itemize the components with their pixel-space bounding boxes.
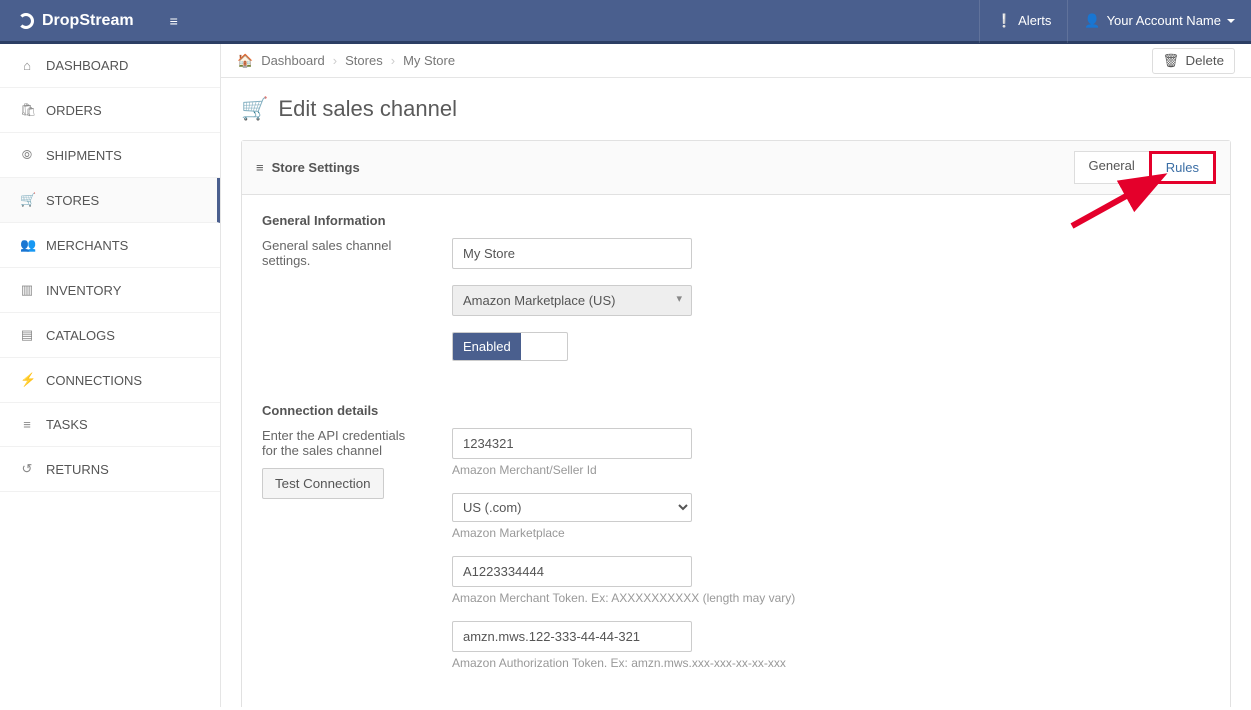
home-icon: ⌂ [20, 58, 34, 73]
cart-icon: 🛒 [20, 192, 34, 208]
marketplace-region-select[interactable]: US (.com) [452, 493, 692, 522]
panel-title: Store Settings [272, 160, 360, 175]
sidebar-item-returns[interactable]: ↺ RETURNS [0, 447, 220, 492]
delete-button[interactable]: 🗑 Delete [1152, 48, 1235, 74]
users-icon: 👥 [20, 237, 34, 253]
test-connection-button[interactable]: Test Connection [262, 468, 384, 499]
breadcrumb-separator: › [333, 53, 337, 68]
return-icon: ↺ [20, 461, 34, 477]
status-toggle[interactable]: Enabled [452, 332, 568, 361]
sidebar-item-label: DASHBOARD [46, 58, 128, 73]
trash-icon: 🗑 [1163, 53, 1180, 69]
sidebar-item-label: TASKS [46, 417, 88, 432]
account-menu[interactable]: 👤 Your Account Name [1067, 0, 1251, 43]
sidebar-item-stores[interactable]: 🛒 STORES [0, 178, 220, 223]
sidebar-item-label: SHIPMENTS [46, 148, 122, 163]
breadcrumb-stores[interactable]: Stores [345, 53, 383, 68]
breadcrumb-bar: 🏠 Dashboard › Stores › My Store 🗑 Delete [221, 44, 1251, 78]
caret-down-icon [1227, 19, 1235, 23]
auth-token-hint: Amazon Authorization Token. Ex: amzn.mws… [452, 656, 1210, 670]
seller-id-input[interactable] [452, 428, 692, 459]
hamburger-icon: ≡ [170, 13, 178, 29]
sidebar-item-merchants[interactable]: 👥 MERCHANTS [0, 223, 220, 268]
alert-icon: ❕ [996, 13, 1012, 29]
store-name-input[interactable] [452, 238, 692, 269]
sidebar-item-label: RETURNS [46, 462, 109, 477]
delete-label: Delete [1185, 53, 1224, 68]
annotation-arrow [1062, 171, 1182, 231]
user-icon: 👤 [1084, 13, 1100, 29]
merchant-token-hint: Amazon Merchant Token. Ex: AXXXXXXXXXX (… [452, 591, 1210, 605]
sidebar: ⌂ DASHBOARD 🛍 ORDERS ⦾ SHIPMENTS 🛒 STORE… [0, 44, 221, 707]
general-help-text: General sales channel settings. [262, 238, 422, 268]
merchant-token-input[interactable] [452, 556, 692, 587]
sidebar-item-catalogs[interactable]: ▤ CATALOGS [0, 313, 220, 358]
page-title-text: Edit sales channel [278, 96, 457, 122]
sidebar-item-inventory[interactable]: ▥ INVENTORY [0, 268, 220, 313]
sidebar-item-tasks[interactable]: ≡ TASKS [0, 403, 220, 447]
auth-token-input[interactable] [452, 621, 692, 652]
cart-icon: 🛒 [241, 96, 268, 122]
alerts-label: Alerts [1018, 13, 1051, 28]
brand[interactable]: DropStream [0, 12, 152, 30]
sidebar-item-label: INVENTORY [46, 283, 121, 298]
sidebar-item-label: MERCHANTS [46, 238, 128, 253]
sidebar-item-shipments[interactable]: ⦾ SHIPMENTS [0, 133, 220, 178]
list-icon: ≡ [256, 160, 264, 175]
seller-id-hint: Amazon Merchant/Seller Id [452, 463, 1210, 477]
status-off [521, 333, 567, 360]
store-settings-panel: ≡ Store Settings General Rules General I… [241, 140, 1231, 707]
account-label: Your Account Name [1107, 13, 1221, 28]
breadcrumb-separator: › [391, 53, 395, 68]
tasks-icon: ≡ [20, 417, 34, 432]
list-icon: ▤ [20, 327, 34, 343]
chart-icon: ▥ [20, 282, 34, 298]
breadcrumb-current: My Store [403, 53, 455, 68]
plug-icon: ⚡ [20, 372, 34, 388]
sidebar-item-orders[interactable]: 🛍 ORDERS [0, 88, 220, 133]
brand-icon [18, 13, 34, 29]
home-icon: 🏠 [237, 53, 253, 69]
sidebar-item-label: CONNECTIONS [46, 373, 142, 388]
sidebar-item-label: CATALOGS [46, 328, 115, 343]
main-content: 🏠 Dashboard › Stores › My Store 🗑 Delete… [221, 44, 1251, 707]
bag-icon: 🛍 [20, 102, 34, 118]
brand-label: DropStream [42, 12, 134, 30]
alerts-button[interactable]: ❕ Alerts [979, 0, 1067, 43]
connection-details-heading: Connection details [262, 403, 1210, 418]
topbar: DropStream ≡ ❕ Alerts 👤 Your Account Nam… [0, 0, 1251, 44]
breadcrumb-dashboard[interactable]: Dashboard [261, 53, 325, 68]
connection-help-text: Enter the API credentials for the sales … [262, 428, 422, 458]
marketplace-select[interactable] [452, 285, 692, 316]
sidebar-item-label: STORES [46, 193, 99, 208]
globe-icon: ⦾ [20, 147, 34, 163]
sidebar-item-label: ORDERS [46, 103, 102, 118]
menu-toggle-button[interactable]: ≡ [152, 13, 196, 29]
status-enabled-label: Enabled [453, 333, 521, 360]
page-title: 🛒 Edit sales channel [241, 96, 1231, 122]
sidebar-item-connections[interactable]: ⚡ CONNECTIONS [0, 358, 220, 403]
marketplace-hint: Amazon Marketplace [452, 526, 1210, 540]
sidebar-item-dashboard[interactable]: ⌂ DASHBOARD [0, 44, 220, 88]
